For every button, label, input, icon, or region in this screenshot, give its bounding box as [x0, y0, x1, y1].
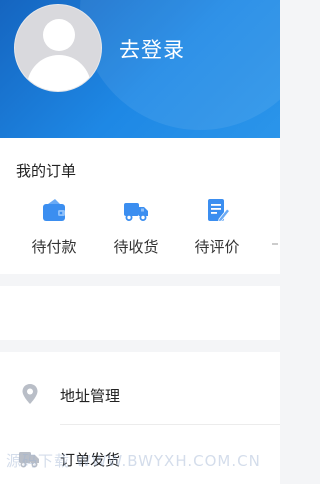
- watermark: 源码下载 WWW.BWYXH.COM.CN: [6, 452, 261, 470]
- header-decoration: [80, 0, 280, 130]
- my-orders-card: 我的订单 待付款 待收货 待评价: [0, 138, 280, 274]
- login-link[interactable]: 去登录: [119, 34, 185, 64]
- order-pending-receipt[interactable]: 待收货: [104, 196, 168, 266]
- profile-header: 去登录: [0, 0, 280, 138]
- blank-section: [0, 286, 280, 340]
- truck-icon: [124, 203, 148, 221]
- wallet-icon: [43, 199, 65, 221]
- order-item-label: 待付款: [31, 238, 77, 256]
- order-item-label: 待评价: [194, 238, 240, 256]
- location-pin-icon: [22, 384, 38, 404]
- avatar-body-shape: [27, 55, 91, 91]
- my-orders-title: 我的订单: [16, 162, 77, 180]
- order-pending-review[interactable]: 待评价: [185, 196, 249, 266]
- order-pending-payment[interactable]: 待付款: [22, 196, 86, 266]
- order-item-label: 待收货: [113, 238, 159, 256]
- section-gap: [0, 340, 280, 352]
- review-edit-icon: [208, 199, 231, 222]
- avatar[interactable]: [14, 4, 102, 92]
- order-item-partial: [272, 238, 280, 250]
- avatar-head-shape: [43, 19, 75, 51]
- section-gap: [0, 274, 280, 286]
- menu-item-address-management[interactable]: 地址管理: [0, 360, 280, 424]
- menu-item-label: 地址管理: [60, 387, 121, 405]
